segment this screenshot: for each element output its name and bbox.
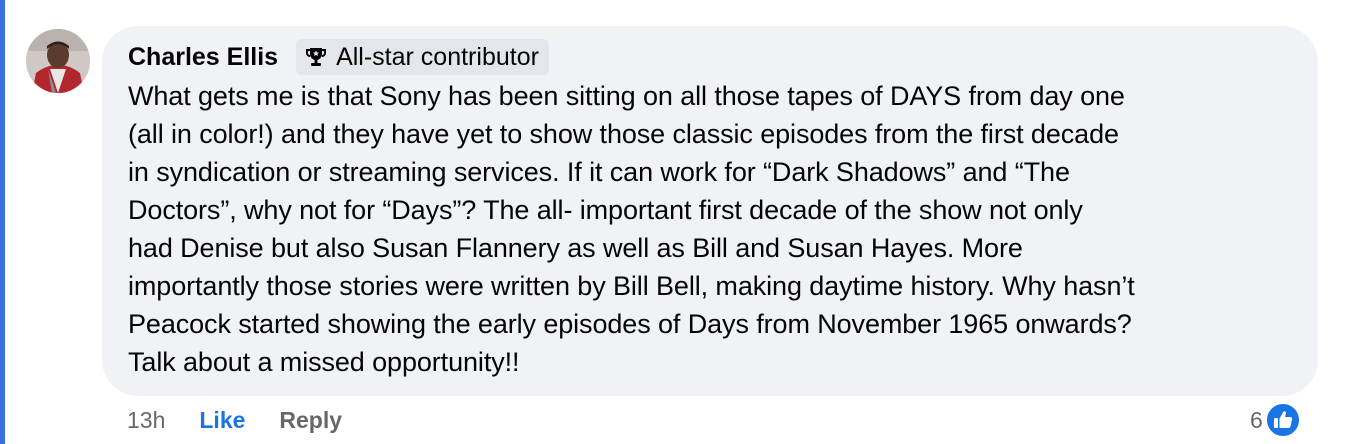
comment-line: What gets me is that Sony has been sitti… — [128, 81, 1125, 111]
avatar-image — [26, 29, 90, 93]
comment-line: Talk about a missed opportunity!! — [128, 347, 520, 377]
author-name[interactable]: Charles Ellis — [128, 43, 278, 72]
comment-text: What gets me is that Sony has been sitti… — [128, 77, 1304, 381]
contributor-badge[interactable]: All-star contributor — [296, 39, 549, 75]
comment-line: Peacock started showing the early episod… — [128, 309, 1132, 339]
comment-timestamp[interactable]: 13h — [127, 407, 165, 434]
avatar[interactable] — [26, 29, 90, 93]
comment-line: (all in color!) and they have yet to sho… — [128, 119, 1119, 149]
comment-line: Doctors”, why not for “Days”? The all- i… — [128, 195, 1083, 225]
reply-button[interactable]: Reply — [279, 407, 342, 434]
comment-line: importantly those stories were written b… — [128, 271, 1135, 301]
reaction-count: 6 — [1250, 406, 1263, 433]
badge-label: All-star contributor — [336, 42, 539, 71]
reaction-summary[interactable]: 6 — [1250, 402, 1301, 438]
like-button[interactable]: Like — [199, 407, 245, 434]
thread-line — [0, 0, 5, 444]
thumbs-up-icon — [1264, 402, 1301, 438]
comment-bubble: Charles Ellis All-star contributor What … — [102, 26, 1318, 396]
trophy-icon — [306, 48, 327, 66]
comment-line: in syndication or streaming services. If… — [128, 157, 1070, 187]
comment-line: had Denise but also Susan Flannery as we… — [128, 233, 1023, 263]
comment-header: Charles Ellis All-star contributor — [128, 38, 549, 76]
comment-actions: 13h Like Reply — [127, 403, 342, 437]
